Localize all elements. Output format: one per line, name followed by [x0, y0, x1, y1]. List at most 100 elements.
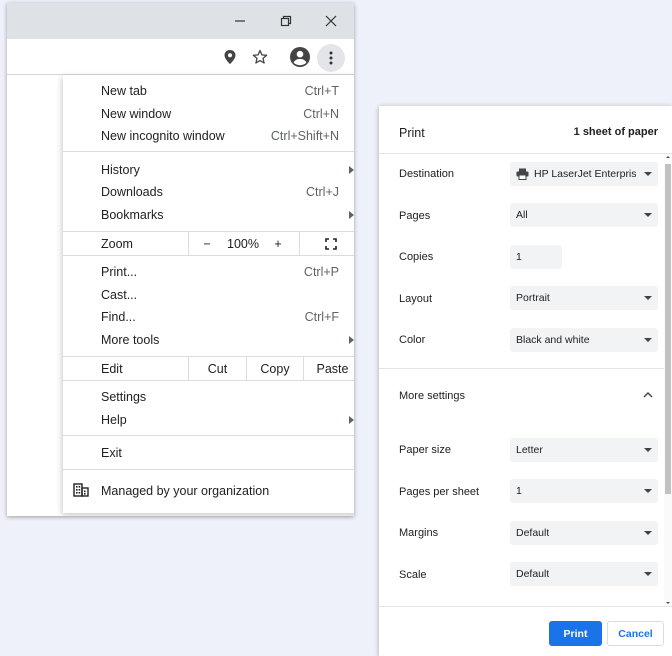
- menu-item-label: Settings: [101, 390, 147, 404]
- menu-separator: [63, 231, 354, 232]
- menu-item-label: New window: [101, 107, 172, 121]
- paper-size-label: Paper size: [399, 444, 451, 456]
- more-settings-toggle[interactable]: More settings: [379, 376, 664, 416]
- paper-size-select[interactable]: Letter: [510, 438, 658, 462]
- menu-separator: [63, 356, 354, 357]
- menu-item-label: New incognito window: [101, 129, 225, 143]
- scroll-up-icon[interactable]: [665, 154, 671, 160]
- menu-separator: [63, 151, 354, 152]
- copies-input[interactable]: 1: [510, 245, 562, 269]
- copies-value: 1: [516, 251, 522, 263]
- menu-item-shortcut: Ctrl+F: [304, 310, 339, 324]
- pages-per-sheet-value: 1: [516, 485, 522, 497]
- menu-item-new-incognito-window[interactable]: New incognito window Ctrl+Shift+N: [63, 125, 354, 147]
- menu-item-shortcut: Ctrl+P: [303, 265, 339, 279]
- zoom-level-value: 100%: [227, 237, 259, 251]
- fullscreen-button[interactable]: [300, 233, 354, 255]
- scrollbar-thumb[interactable]: [665, 164, 671, 494]
- zoom-out-button[interactable]: −: [189, 233, 225, 255]
- submenu-arrow-icon: [349, 416, 354, 424]
- layout-value: Portrait: [516, 292, 550, 304]
- menu-item-label: Cast...: [101, 288, 138, 302]
- dropdown-caret-icon: [644, 448, 652, 452]
- menu-item-label: Find...: [101, 310, 136, 324]
- browser-window: New tab Ctrl+T New window Ctrl+N New inc…: [7, 3, 354, 516]
- menu-item-help[interactable]: Help: [63, 409, 354, 431]
- section-divider: [379, 368, 672, 369]
- menu-separator: [63, 255, 354, 256]
- cancel-button[interactable]: Cancel: [607, 621, 664, 646]
- zoom-level: 100%: [223, 233, 263, 255]
- menu-item-label: Help: [101, 413, 127, 427]
- close-icon[interactable]: [308, 3, 354, 39]
- menu-item-new-window[interactable]: New window Ctrl+N: [63, 103, 354, 125]
- menu-item-label: History: [101, 163, 140, 177]
- menu-item-managed[interactable]: Managed by your organization: [63, 480, 354, 502]
- menu-item-cast[interactable]: Cast...: [63, 284, 354, 306]
- margins-value: Default: [516, 527, 550, 539]
- pages-per-sheet-label: Pages per sheet: [399, 486, 480, 498]
- menu-separator: [63, 435, 354, 436]
- chevron-up-icon: [643, 390, 653, 402]
- menu-item-label: New tab: [101, 84, 147, 98]
- print-button[interactable]: Print: [549, 621, 602, 646]
- menu-item-label: Zoom: [101, 237, 133, 251]
- submenu-arrow-icon: [349, 336, 354, 344]
- margins-select[interactable]: Default: [510, 521, 658, 545]
- scale-value: Default: [516, 568, 550, 580]
- building-icon: [73, 483, 89, 500]
- destination-select[interactable]: HP LaserJet Enterprise: [510, 162, 658, 186]
- fullscreen-icon: [324, 238, 337, 250]
- title-bar: [7, 3, 354, 39]
- copy-button[interactable]: Copy: [247, 358, 303, 380]
- star-icon[interactable]: [248, 45, 272, 69]
- menu-separator: [63, 469, 354, 470]
- dropdown-caret-icon: [644, 338, 652, 342]
- menu-item-bookmarks[interactable]: Bookmarks: [63, 204, 354, 226]
- more-settings-label: More settings: [399, 390, 466, 402]
- destination-value: HP LaserJet Enterprise: [534, 168, 636, 180]
- cut-button[interactable]: Cut: [189, 358, 246, 380]
- profile-icon[interactable]: [288, 45, 312, 69]
- menu-item-exit[interactable]: Exit: [63, 442, 354, 464]
- paste-button[interactable]: Paste: [304, 358, 354, 380]
- cut-label: Cut: [207, 362, 228, 376]
- menu-item-shortcut: Ctrl+T: [304, 84, 339, 98]
- zoom-in-label: +: [274, 237, 282, 251]
- menu-item-label: Downloads: [101, 185, 163, 199]
- paste-label: Paste: [316, 362, 349, 376]
- menu-item-more-tools[interactable]: More tools: [63, 329, 354, 351]
- sheet-count: 1 sheet of paper: [573, 126, 658, 138]
- menu-item-settings[interactable]: Settings: [63, 386, 354, 408]
- menu-item-print[interactable]: Print... Ctrl+P: [63, 261, 354, 283]
- menu-item-history[interactable]: History: [63, 159, 354, 181]
- minimize-icon[interactable]: [217, 3, 263, 39]
- header-divider: [379, 153, 672, 154]
- printer-icon: [516, 168, 529, 183]
- menu-item-label: Exit: [101, 446, 122, 460]
- dropdown-caret-icon: [644, 172, 652, 176]
- color-select[interactable]: Black and white: [510, 328, 658, 352]
- layout-select[interactable]: Portrait: [510, 286, 658, 310]
- menu-item-downloads[interactable]: Downloads Ctrl+J: [63, 181, 354, 203]
- menu-item-find[interactable]: Find... Ctrl+F: [63, 306, 354, 328]
- pages-label: Pages: [399, 210, 431, 222]
- pages-per-sheet-select[interactable]: 1: [510, 479, 658, 503]
- pages-select[interactable]: All: [510, 203, 658, 227]
- scale-label: Scale: [399, 569, 427, 581]
- color-value: Black and white: [516, 334, 590, 346]
- zoom-out-label: −: [203, 237, 211, 251]
- submenu-arrow-icon: [349, 211, 354, 219]
- menu-item-new-tab[interactable]: New tab Ctrl+T: [63, 80, 354, 102]
- restore-icon[interactable]: [263, 3, 309, 39]
- footer-divider: [379, 606, 672, 607]
- menu-item-label: Managed by your organization: [101, 484, 270, 498]
- more-vert-icon[interactable]: [317, 44, 345, 72]
- scale-select[interactable]: Default: [510, 562, 658, 586]
- chrome-menu: New tab Ctrl+T New window Ctrl+N New inc…: [63, 75, 354, 513]
- location-pin-icon[interactable]: [218, 45, 242, 69]
- destination-label: Destination: [399, 168, 455, 180]
- zoom-in-button[interactable]: +: [261, 233, 295, 255]
- submenu-arrow-icon: [349, 166, 354, 174]
- menu-item-label: Bookmarks: [101, 208, 164, 222]
